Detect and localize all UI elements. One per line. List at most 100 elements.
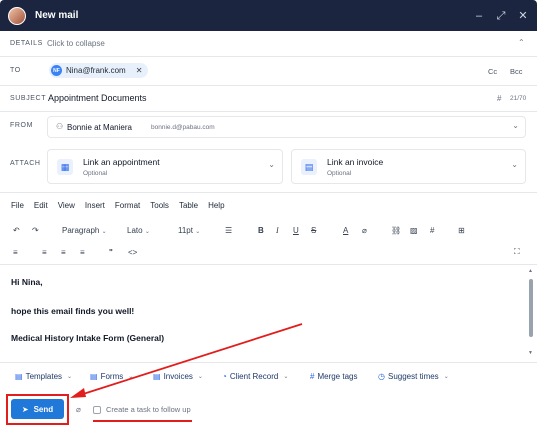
calendar-icon: ▦ [57,159,73,175]
cc-button[interactable]: Cc [488,67,497,76]
annotation-highlight-box [6,394,69,425]
link-invoice-select[interactable]: ▤ Link an invoice Optional ⌄ [291,149,526,184]
divider [0,56,537,57]
bcc-button[interactable]: Bcc [510,67,523,76]
attachment-icon[interactable]: ⌀ [76,405,81,414]
menu-tools[interactable]: Tools [150,201,169,210]
follow-up-task-checkbox[interactable]: Create a task to follow up [93,405,191,414]
from-select[interactable]: ⚇ Bonnie at Maniera bonnie.d@pabau.com ⌄ [47,116,526,138]
details-label: DETAILS [10,40,43,47]
undo-icon[interactable]: ↶ [13,226,20,235]
menu-file[interactable]: File [11,201,24,210]
appointment-sub: Optional [83,170,108,177]
scroll-up-icon[interactable]: ▲ [528,268,533,274]
menu-edit[interactable]: Edit [34,201,48,210]
block-format-select[interactable]: Paragraph ⌄ [62,226,107,235]
underline-icon[interactable]: U [293,226,299,235]
scroll-down-icon[interactable]: ▼ [528,350,533,356]
compose-actions: ▤ Templates ⌄ ▤ Forms ⌄ ▤ Invoices ⌄ ◔ Client R… [0,369,537,385]
link-icon[interactable]: ⛓ [391,226,401,235]
window-title: New mail [35,10,79,21]
image-icon[interactable]: ▨ [410,226,418,235]
menu-insert[interactable]: Insert [85,201,105,210]
chevron-down-icon: ⌄ [512,121,519,130]
menu-format[interactable]: Format [115,201,140,210]
invoices-icon: ▤ [153,372,161,381]
scrollbar-thumb[interactable] [529,279,533,337]
divider [0,362,537,363]
editor-line: Medical History Intake Form (General) [11,333,165,343]
editor-line: Hi Nina, [11,277,43,287]
recipient-initials: NF [51,65,62,76]
align-center-icon[interactable]: ≡ [42,248,47,257]
menu-help[interactable]: Help [208,201,224,210]
hash-icon: # [310,372,315,381]
recipient-email: Nina@frank.com [66,66,126,75]
menu-view[interactable]: View [58,201,75,210]
editor-menubar: File Edit View Insert Format Tools Table… [0,197,537,213]
invoice-icon: ▤ [301,159,317,175]
strikethrough-icon[interactable]: S [311,226,316,235]
invoice-title: Link an invoice [327,157,384,167]
align-right-icon[interactable]: ≡ [61,248,66,257]
code-icon[interactable]: <> [128,248,137,257]
merge-tags-button[interactable]: # Merge tags [310,372,357,381]
attach-label: ATTACH [10,160,41,167]
divider [0,85,537,86]
bold-icon[interactable]: B [258,226,264,235]
text-color-icon[interactable]: A [343,226,348,235]
font-size-select[interactable]: 11pt ⌄ [178,226,200,235]
templates-icon: ▤ [15,372,23,381]
invoice-sub: Optional [327,170,352,177]
avatar [8,6,26,25]
align-left-icon[interactable]: ≡ [13,248,18,257]
line-spacing-icon[interactable]: ☰ [225,226,232,235]
format-toolbar: ↶ ↷ Paragraph ⌄ Lato ⌄ 11pt ⌄ ☰ B I U S … [0,221,537,239]
suggest-times-dropdown[interactable]: ◷ Suggest times ⌄ [378,372,449,381]
chevron-down-icon: ⌄ [511,160,518,169]
title-bar: New mail – ⤢ ✕ [0,0,537,31]
user-icon: ⚇ [56,122,64,131]
align-justify-icon[interactable]: ≡ [80,248,85,257]
forms-icon: ▤ [90,372,98,381]
italic-icon[interactable]: I [276,226,279,235]
window-controls: – ⤢ ✕ [473,10,529,22]
align-toolbar: ≡ ≡ ≡ ≡ " <> ⛶ [0,243,537,261]
fullscreen-icon[interactable]: ⛶ [514,247,520,257]
subject-label: SUBJECT [10,95,47,102]
collapse-toggle[interactable]: Click to collapse [47,39,105,48]
font-family-select[interactable]: Lato ⌄ [127,226,150,235]
clock-icon: ◷ [378,372,385,381]
clear-format-icon[interactable]: ⌀ [362,226,367,235]
from-name: Bonnie at Maniera [67,123,132,132]
hash-icon: # [497,94,502,103]
templates-dropdown[interactable]: ▤ Templates ⌄ [15,372,72,381]
subject-counter: 21/70 [510,95,527,102]
chevron-up-icon[interactable]: ⌃ [518,38,525,47]
expand-icon[interactable]: ⤢ [495,10,507,22]
from-label: FROM [10,122,34,129]
redo-icon[interactable]: ↷ [32,226,39,235]
close-icon[interactable]: ✕ [517,10,529,22]
table-icon[interactable]: ⊞ [458,226,465,235]
hash-icon[interactable]: # [430,226,434,235]
divider [0,111,537,112]
forms-dropdown[interactable]: ▤ Forms ⌄ [90,372,133,381]
from-email: bonnie.d@pabau.com [151,124,215,131]
editor-body[interactable]: Hi Nina, hope this email finds you well!… [0,264,537,362]
remove-recipient-icon[interactable]: ✕ [136,66,143,75]
appointment-title: Link an appointment [83,157,160,167]
client-record-dropdown[interactable]: ◔ Client Record ⌄ [222,372,288,381]
to-label: TO [10,67,21,74]
invoices-dropdown[interactable]: ▤ Invoices ⌄ [153,372,203,381]
annotation-underline [93,420,192,422]
link-appointment-select[interactable]: ▦ Link an appointment Optional ⌄ [47,149,283,184]
minimize-icon[interactable]: – [473,10,485,22]
recipient-chip[interactable]: NF Nina@frank.com ✕ [49,63,149,78]
client-icon: ◔ [222,372,227,381]
subject-input[interactable]: Appointment Documents [48,93,147,103]
chevron-down-icon: ⌄ [268,160,275,169]
blockquote-icon[interactable]: " [109,248,113,257]
editor-line: hope this email finds you well! [11,306,135,316]
menu-table[interactable]: Table [179,201,198,210]
